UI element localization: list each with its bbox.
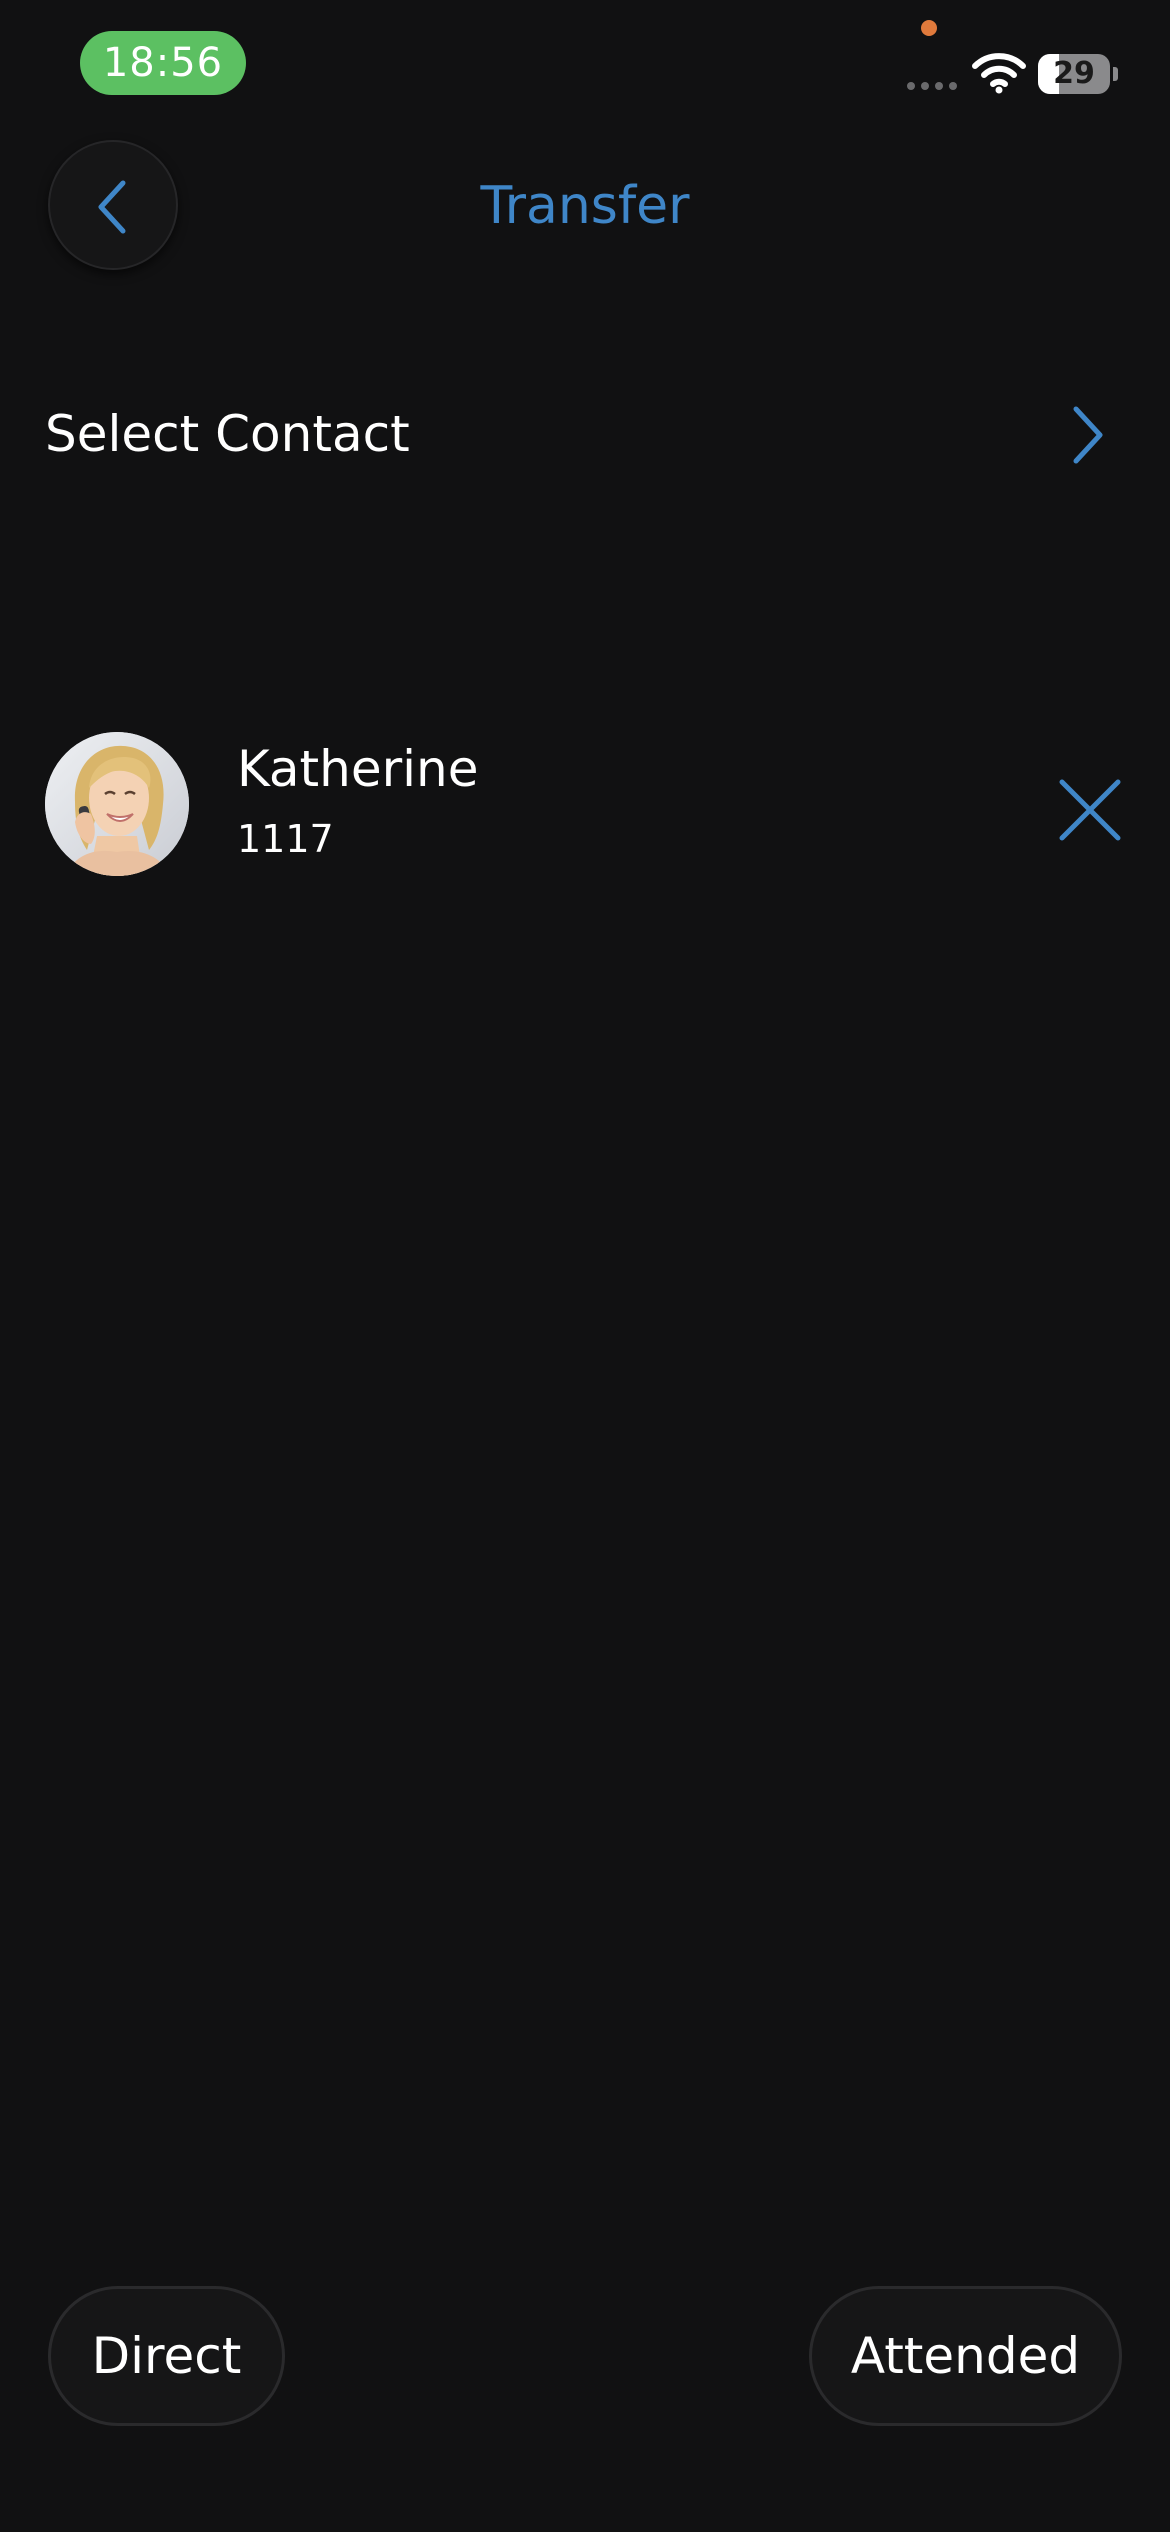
- select-contact-label: Select Contact: [45, 405, 410, 463]
- attended-transfer-button[interactable]: Attended: [809, 2286, 1122, 2426]
- page-title: Transfer: [480, 176, 690, 236]
- status-time: 18:56: [80, 31, 246, 95]
- contact-name: Katherine: [237, 740, 479, 798]
- battery-level: 29: [1053, 56, 1095, 91]
- selected-contact: Katherine 1117: [0, 730, 1170, 878]
- signal-dots-icon: [907, 82, 957, 90]
- privacy-indicator-dot: [921, 20, 937, 36]
- select-contact-row[interactable]: Select Contact: [0, 380, 1170, 490]
- battery-icon: 29: [1038, 54, 1118, 94]
- direct-transfer-button[interactable]: Direct: [48, 2286, 285, 2426]
- close-icon: [1059, 779, 1121, 841]
- remove-contact-button[interactable]: [1050, 770, 1130, 850]
- avatar: [45, 732, 189, 876]
- chevron-right-icon: [1073, 406, 1103, 464]
- wifi-icon: [972, 53, 1026, 94]
- contact-number: 1117: [237, 817, 334, 861]
